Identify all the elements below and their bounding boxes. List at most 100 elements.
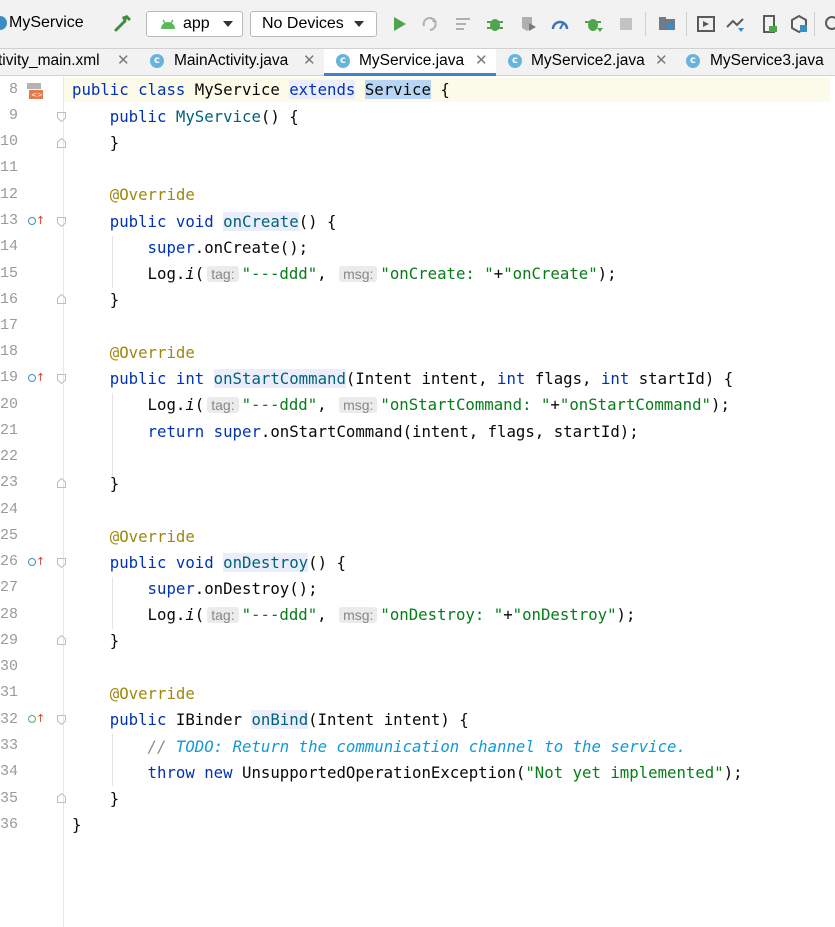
device-manager-icon[interactable] xyxy=(759,14,779,34)
code-line-18[interactable]: @Override xyxy=(72,341,195,365)
tab-my-service2[interactable]: c MyService2.java ✕ xyxy=(496,49,674,76)
code-line-25[interactable]: @Override xyxy=(72,525,195,549)
fold-icon[interactable] xyxy=(57,112,66,122)
code-token: , xyxy=(317,605,337,624)
tab-my-service[interactable]: c MyService.java ✕ xyxy=(324,49,496,76)
parameter-hint: msg: xyxy=(339,266,378,282)
code-token: ( xyxy=(194,264,205,283)
run-icon[interactable] xyxy=(389,14,409,34)
code-line-36[interactable]: } xyxy=(72,813,81,837)
code-line-9[interactable]: public MyService() { xyxy=(72,105,299,129)
code-line-12[interactable]: @Override xyxy=(72,183,195,207)
code-token: "onStartCommand: " xyxy=(380,395,551,414)
search-icon[interactable] xyxy=(823,14,835,34)
code-token: extends xyxy=(289,80,356,99)
run-config-label: app xyxy=(183,15,210,32)
fold-icon[interactable] xyxy=(57,217,66,227)
code-token: public xyxy=(72,107,176,126)
line-number: 28 xyxy=(0,606,19,623)
code-line-32[interactable]: public IBinder onBind(Intent intent) { xyxy=(72,708,469,732)
fold-icon[interactable] xyxy=(57,635,66,645)
override-icon[interactable]: ↑ xyxy=(28,214,45,227)
code-line-15[interactable]: Log.i(tag: "---ddd", msg: "onCreate: "+"on… xyxy=(72,262,617,286)
code-token: () { xyxy=(308,553,346,572)
code-line-16[interactable]: } xyxy=(72,288,119,312)
fold-icon[interactable] xyxy=(57,715,66,725)
implement-icon[interactable]: ↑ xyxy=(28,712,45,725)
debug-icon[interactable] xyxy=(485,14,505,34)
stop-icon[interactable] xyxy=(616,14,636,34)
line-number: 8 xyxy=(8,81,18,98)
code-line-27[interactable]: super.onDestroy(); xyxy=(72,577,318,601)
hammer-icon[interactable] xyxy=(112,12,134,34)
code-line-10[interactable]: } xyxy=(72,131,119,155)
code-line-29[interactable]: } xyxy=(72,629,119,653)
tab-activity-main-xml[interactable]: tivity_main.xml ✕ xyxy=(0,49,138,76)
fold-icon[interactable] xyxy=(57,478,66,488)
line-number: 20 xyxy=(0,396,19,413)
device-dropdown[interactable]: No Devices xyxy=(250,11,377,37)
code-line-13[interactable]: public void onCreate() { xyxy=(72,210,336,234)
tab-label: MyService2.java xyxy=(531,52,645,69)
close-icon[interactable]: ✕ xyxy=(475,49,488,73)
override-icon[interactable]: ↑ xyxy=(28,555,45,568)
code-token: onCreate xyxy=(223,212,299,231)
run-config-dropdown[interactable]: app xyxy=(146,11,243,37)
code-line-33[interactable]: // TODO: Return the communication channe… xyxy=(72,735,686,759)
fold-icon[interactable] xyxy=(57,374,66,384)
code-line-21[interactable]: return super.onStartCommand(intent, flag… xyxy=(72,420,639,444)
apply-changes-icon[interactable] xyxy=(420,14,440,34)
code-token: + xyxy=(493,264,504,283)
tab-label: tivity_main.xml xyxy=(0,52,100,69)
code-token: MyService xyxy=(194,80,290,99)
avd-manager-icon[interactable] xyxy=(696,14,716,34)
code-line-26[interactable]: public void onDestroy() { xyxy=(72,551,346,575)
attach-debugger-icon[interactable] xyxy=(584,14,604,34)
toolbar-separator xyxy=(645,12,646,36)
code-line-34[interactable]: throw new UnsupportedOperationException(… xyxy=(72,761,743,785)
sdk-manager-icon[interactable] xyxy=(725,14,745,34)
code-token: () { xyxy=(260,107,299,126)
coverage-icon[interactable] xyxy=(518,14,538,34)
tab-my-service3[interactable]: c MyService3.java xyxy=(674,49,835,76)
code-line-14[interactable]: super.onCreate(); xyxy=(72,236,309,260)
line-number: 11 xyxy=(0,159,19,176)
code-token: onStartCommand xyxy=(213,369,346,388)
fold-icon[interactable] xyxy=(57,294,66,304)
override-icon[interactable]: ↑ xyxy=(28,371,45,384)
close-icon[interactable]: ✕ xyxy=(655,49,668,73)
code-token: onBind xyxy=(251,710,309,729)
project-name[interactable]: MyService xyxy=(9,14,84,32)
code-token: Log. xyxy=(72,395,186,414)
line-number: 34 xyxy=(0,763,19,780)
class-structure-icon[interactable]: <> xyxy=(26,82,44,100)
fold-icon[interactable] xyxy=(57,138,66,148)
line-number: 16 xyxy=(0,291,19,308)
code-line-19[interactable]: public int onStartCommand(Intent intent,… xyxy=(72,367,733,391)
code-line-31[interactable]: @Override xyxy=(72,682,195,706)
code-line-23[interactable]: } xyxy=(72,472,119,496)
profile-icon[interactable] xyxy=(550,14,570,34)
close-icon[interactable]: ✕ xyxy=(117,49,130,73)
tab-main-activity[interactable]: c MainActivity.java ✕ xyxy=(138,49,324,76)
code-line-35[interactable]: } xyxy=(72,787,119,811)
android-icon xyxy=(161,19,175,29)
fold-icon[interactable] xyxy=(57,558,66,568)
code-token: public class xyxy=(72,80,195,99)
layout-inspector-icon[interactable] xyxy=(789,14,809,34)
line-number: 24 xyxy=(0,501,19,518)
apply-code-changes-icon[interactable] xyxy=(453,14,473,34)
tab-label: MainActivity.java xyxy=(174,52,289,69)
code-line-20[interactable]: Log.i(tag: "---ddd", msg: "onStartCommand:… xyxy=(72,393,730,417)
project-structure-icon[interactable] xyxy=(657,14,677,34)
close-icon[interactable]: ✕ xyxy=(303,49,316,73)
code-token: ); xyxy=(723,763,743,782)
fold-icon[interactable] xyxy=(57,793,66,803)
line-number: 36 xyxy=(0,816,19,833)
toolbar-separator xyxy=(814,12,815,36)
code-line-28[interactable]: Log.i(tag: "---ddd", msg: "onDestroy: "+"o… xyxy=(72,603,636,627)
parameter-hint: msg: xyxy=(339,397,378,413)
code-token: + xyxy=(503,605,513,624)
code-line-8[interactable]: public class MyService extends Service { xyxy=(72,78,450,102)
